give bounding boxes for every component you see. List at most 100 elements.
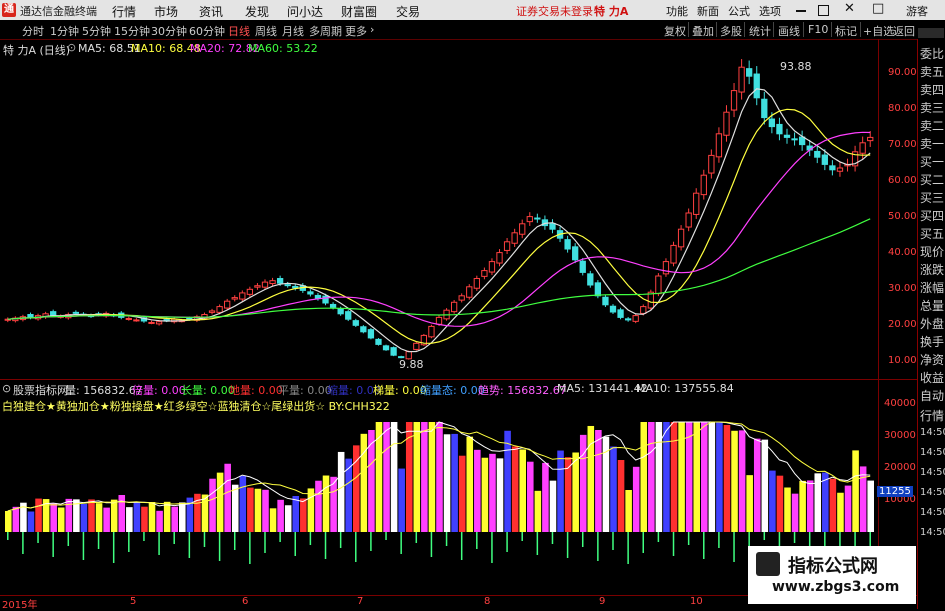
period-weekly[interactable]: 周线 [255,23,277,39]
chevron-right-icon[interactable]: › [370,23,374,36]
side-tab[interactable]: 行情 [920,407,945,424]
candle [859,142,866,154]
toolbar-mark[interactable]: 标记 [835,23,857,39]
negative-bar [460,532,463,560]
side-tab[interactable]: 卖一 [920,135,945,152]
period-15min[interactable]: 15分钟 [114,23,150,39]
menu-market[interactable]: 市场 [154,3,178,20]
side-tab[interactable]: 卖三 [920,99,945,116]
negative-bar [733,532,735,562]
volume-bar [383,422,390,532]
minimize-icon[interactable] [796,10,806,12]
volume-bar [489,453,496,532]
volume-bar [731,430,738,532]
negative-bar [324,532,327,559]
negative-bar [536,532,539,555]
side-tab[interactable]: 涨跌 [920,261,945,278]
restore-icon[interactable]: □ [872,1,884,16]
candle [738,66,745,93]
period-60min[interactable]: 60分钟 [189,23,225,39]
side-tab[interactable]: 现价 [920,243,945,260]
volume-bar [88,499,95,532]
period-intraday[interactable]: 分时 [22,23,44,39]
side-tab[interactable]: 买二 [920,171,945,188]
side-tab[interactable]: 买三 [920,189,945,206]
menu-quotes[interactable]: 行情 [112,3,136,20]
menu-trade[interactable]: 交易 [396,3,420,20]
side-tab[interactable]: 卖五 [920,63,945,80]
price-tick: 60.00 [888,175,917,186]
period-more[interactable]: 更多 [345,23,367,39]
side-tab[interactable]: 自动 [920,387,945,404]
candlestick-chart[interactable] [0,39,878,379]
side-tab[interactable]: 委比 [920,45,945,62]
app-logo-icon: 通 [2,3,16,17]
high-annotation: 93.88 [780,60,812,73]
menu-function[interactable]: 功能 [666,3,688,19]
period-daily[interactable]: 日线 [228,23,250,39]
tick-time: 14:50 [920,487,945,498]
volume-bar [201,494,209,532]
menu-wealth[interactable]: 财富圈 [341,3,377,20]
close-icon[interactable]: ✕ [844,1,855,16]
side-tab[interactable]: 卖二 [920,117,945,134]
maximize-icon[interactable] [818,5,829,16]
period-1min[interactable]: 1分钟 [50,23,79,39]
menu-formula[interactable]: 公式 [728,3,750,19]
guest-label[interactable]: 游客 [906,3,928,19]
volume-bar [126,507,133,532]
toolbar-stats[interactable]: 统计 [749,23,771,39]
volume-bar [254,488,262,532]
side-tab[interactable]: 卖四 [920,81,945,98]
side-tab[interactable]: 收益 [920,369,945,386]
negative-bar [188,532,191,558]
side-tab[interactable]: 涨幅 [920,279,945,296]
side-tab[interactable]: 换手 [920,333,945,350]
volume-bar [103,507,110,532]
side-scroll-button[interactable] [918,28,944,38]
candle [594,282,602,297]
side-tab[interactable]: 买四 [920,207,945,224]
volume-bar [231,484,239,532]
volume-bar [216,472,224,532]
volume-bar [451,433,458,532]
toolbar-multi-stock[interactable]: 多股 [720,23,742,39]
menu-news[interactable]: 资讯 [199,3,223,20]
menu-ask[interactable]: 问小达 [287,3,323,20]
toolbar-back[interactable]: 返回 [893,23,915,39]
period-5min[interactable]: 5分钟 [82,23,111,39]
volume-bar [247,487,254,532]
period-30min[interactable]: 30分钟 [151,23,187,39]
candle [208,310,216,313]
side-tab[interactable]: 总量 [920,297,945,314]
side-tab[interactable]: 外盘 [920,315,945,332]
side-tab[interactable]: 买一 [920,153,945,170]
candle [867,136,874,142]
toolbar-add-watchlist[interactable]: +自选 [863,23,894,39]
toolbar-overlay[interactable]: 叠加 [692,23,714,39]
candle [821,154,828,165]
candle [269,280,276,285]
toolbar-draw[interactable]: 画线 [778,23,800,39]
toolbar-rights[interactable]: 复权 [664,23,686,39]
menu-discover[interactable]: 发现 [245,3,269,20]
date-tick: 7 [357,596,364,607]
toolbar-f10[interactable]: F10 [808,23,828,36]
side-tab[interactable]: 净资 [920,351,945,368]
side-tab[interactable]: 买五 [920,225,945,242]
period-monthly[interactable]: 月线 [282,23,304,39]
menu-new-page[interactable]: 新面 [697,3,719,19]
candle [572,246,579,261]
candle [390,347,397,356]
negative-bar [264,532,266,553]
menu-options[interactable]: 选项 [759,3,781,19]
price-tick: 40.00 [888,247,917,258]
negative-bar [82,532,85,560]
candle [216,306,223,313]
volume-indicator-chart[interactable] [0,412,878,595]
tick-time: 14:50 [920,507,945,518]
negative-bar [491,532,493,563]
period-multi[interactable]: 多周期 [309,23,342,39]
indicator-settings-icon[interactable]: ⊙ [2,382,11,395]
login-notice[interactable]: 证券交易未登录 [516,3,593,19]
